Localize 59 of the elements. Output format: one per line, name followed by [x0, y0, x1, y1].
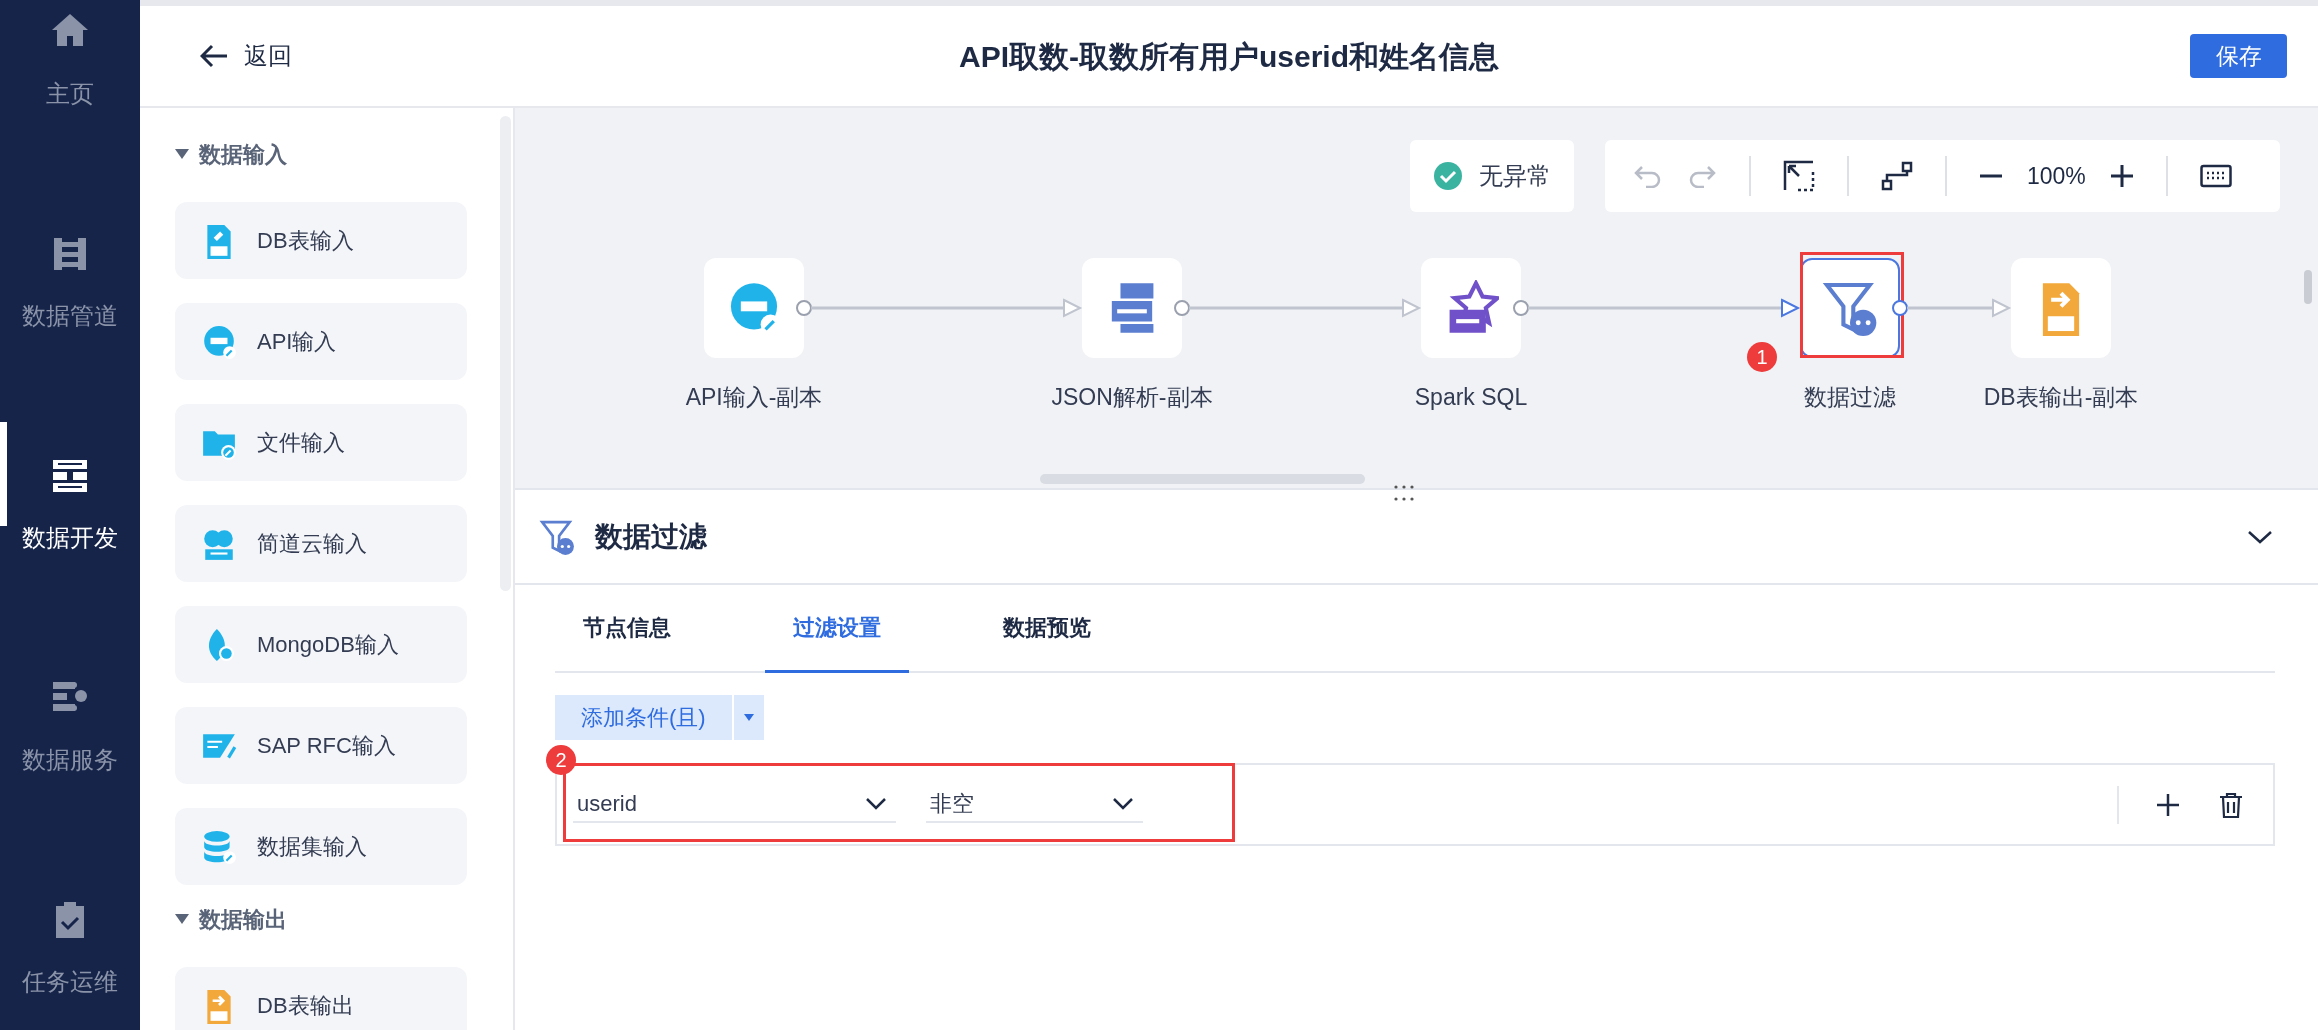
node-label: DB表输出-副本: [1982, 383, 2140, 412]
back-button[interactable]: 返回: [200, 38, 292, 74]
add-icon[interactable]: [2157, 793, 2179, 816]
step-badge: 2: [546, 745, 576, 775]
nav-item[interactable]: 任务运维: [0, 870, 140, 1030]
caret-icon: [175, 914, 189, 924]
palette-item[interactable]: 文件输入: [175, 404, 467, 481]
database-icon: [201, 828, 237, 865]
filter-icon: [1822, 280, 1878, 336]
keyboard-icon[interactable]: [2199, 164, 2232, 188]
delete-icon[interactable]: [2219, 791, 2243, 818]
zoom-in-icon[interactable]: [2109, 164, 2134, 188]
tab[interactable]: 节点信息: [555, 583, 699, 671]
status-text: 无异常: [1479, 161, 1551, 191]
chevron-icon: [866, 797, 886, 810]
panel-title: 数据过滤: [595, 519, 707, 554]
api-gear-icon: [201, 323, 237, 360]
page-title: API取数-取数所有用户userid和姓名信息: [959, 38, 1499, 75]
nav-item[interactable]: 数据服务: [0, 648, 140, 808]
operator-select[interactable]: 非空: [926, 786, 1143, 823]
flow-node[interactable]: [704, 258, 804, 358]
section-header[interactable]: 数据输入: [175, 130, 500, 178]
palette-item[interactable]: 数据集输入: [175, 808, 467, 885]
flow-node[interactable]: [1082, 258, 1182, 358]
flow-node[interactable]: [2011, 258, 2111, 358]
palette-item[interactable]: DB表输入: [175, 202, 467, 279]
zoom-level: 100%: [2027, 161, 2086, 191]
collapse-icon[interactable]: [2247, 528, 2273, 545]
section-header[interactable]: 数据输出: [175, 895, 500, 943]
node-label: Spark SQL: [1413, 383, 1529, 412]
drag-handle-icon[interactable]: [1393, 484, 1415, 502]
layout-icon[interactable]: [1881, 161, 1913, 191]
save-button[interactable]: 保存: [2190, 34, 2287, 78]
nav-item[interactable]: 主页: [0, 0, 140, 142]
caret-icon: [743, 714, 754, 721]
caret-icon: [175, 149, 189, 159]
add-condition-button[interactable]: 添加条件(且): [555, 695, 732, 740]
palette-item[interactable]: DB表输出: [175, 967, 467, 1030]
fit-view-icon[interactable]: [1783, 160, 1815, 192]
filter-icon: [539, 518, 575, 555]
node-label: JSON解析-副本: [1050, 383, 1214, 412]
tab[interactable]: 过滤设置: [765, 585, 909, 673]
palette-item[interactable]: MongoDB输入: [175, 606, 467, 683]
flow-node[interactable]: [1421, 258, 1521, 358]
node-label: API输入-副本: [684, 383, 824, 412]
palette-item[interactable]: SAP RFC输入: [175, 707, 467, 784]
back-arrow-icon: [200, 44, 228, 68]
nav-item[interactable]: 数据开发: [0, 426, 140, 586]
step-badge: 1: [1747, 342, 1777, 372]
field-select[interactable]: userid: [573, 786, 896, 823]
palette-item[interactable]: API输入: [175, 303, 467, 380]
palette-item[interactable]: 简道云输入: [175, 505, 467, 582]
dropdown-button[interactable]: [733, 695, 764, 740]
nav-item[interactable]: 数据管道: [0, 204, 140, 364]
tab[interactable]: 数据预览: [975, 583, 1119, 671]
node-label: 数据过滤: [1803, 383, 1897, 412]
chevron-icon: [1113, 797, 1133, 810]
scrollbar[interactable]: [2304, 270, 2312, 304]
check-circle-icon: [1433, 161, 1463, 191]
